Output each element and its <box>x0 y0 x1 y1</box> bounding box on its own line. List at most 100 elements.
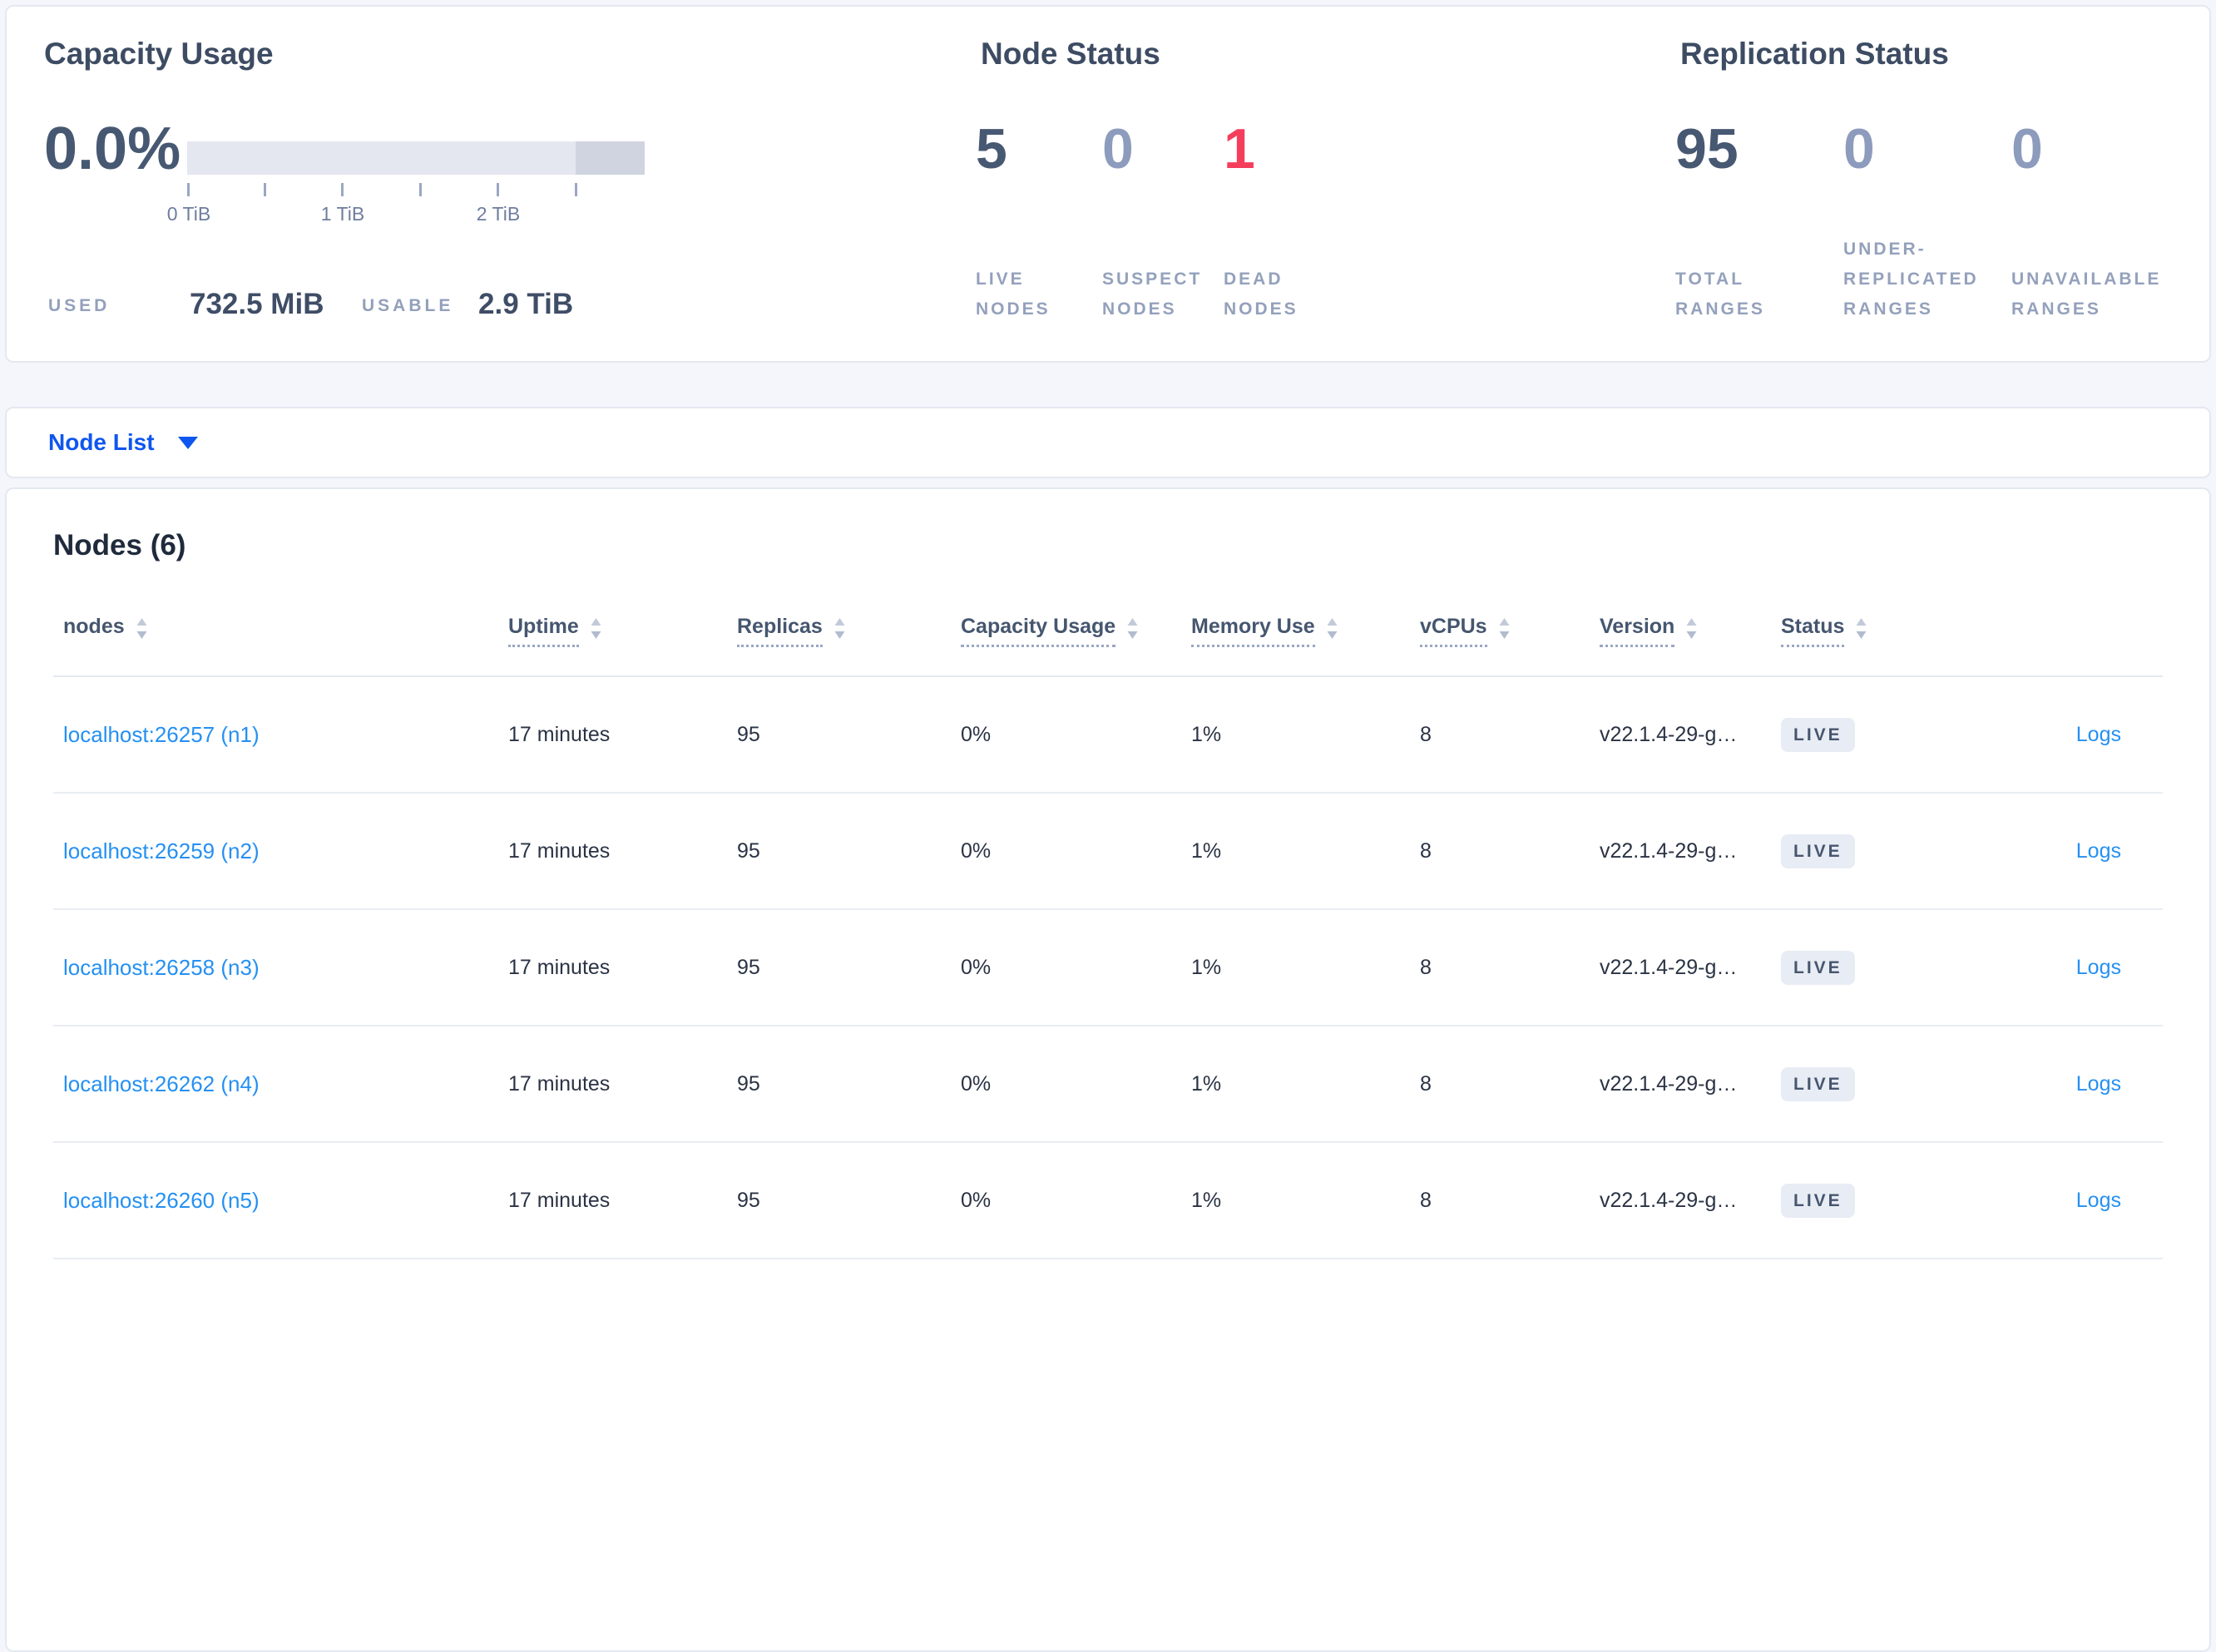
axis-tick <box>264 183 266 196</box>
unavailable-ranges-label: UNAVAILABLE RANGES <box>2011 270 2162 319</box>
view-selector-card: Node List <box>5 407 2211 478</box>
memory-cell: 1% <box>1191 1188 1222 1212</box>
table-row: localhost:26260 (n5) 17 minutes 95 0% 1%… <box>53 1143 2163 1259</box>
axis-tick-label: 1 TiB <box>320 203 365 225</box>
dead-nodes-value: 1 <box>1224 117 1255 181</box>
logs-link[interactable]: Logs <box>2076 956 2121 979</box>
vcpus-cell: 8 <box>1420 1188 1432 1212</box>
version-cell: v22.1.4-29-g… <box>1600 722 1738 746</box>
live-nodes-label: LIVE NODES <box>976 270 1051 319</box>
nodes-table-card: Nodes (6) nodes Uptime Replicas Capacity… <box>5 487 2211 1652</box>
sort-icon <box>591 617 601 639</box>
node-link[interactable]: localhost:26257 (n1) <box>63 722 260 747</box>
cluster-summary-card: Capacity Usage 0.0% 0 TiB 1 TiB 2 TiB US… <box>5 5 2211 363</box>
node-status-panel: Node Status 5 0 1 LIVE NODES SUSPECT NOD… <box>976 7 1608 361</box>
vcpus-cell: 8 <box>1420 955 1432 979</box>
replicas-cell: 95 <box>737 1071 760 1096</box>
under-replicated-ranges-label: UNDER- REPLICATED RANGES <box>1843 240 1979 319</box>
node-link[interactable]: localhost:26258 (n3) <box>63 955 260 980</box>
used-value: 732.5 MiB <box>190 288 324 320</box>
used-label: USED <box>48 296 111 315</box>
nodes-table-title: Nodes (6) <box>53 529 186 561</box>
live-nodes-value: 5 <box>976 117 1007 181</box>
vcpus-cell: 8 <box>1420 1071 1432 1096</box>
version-cell: v22.1.4-29-g… <box>1600 1188 1738 1212</box>
capacity-cell: 0% <box>961 1188 992 1212</box>
sort-icon <box>1686 617 1697 639</box>
logs-link[interactable]: Logs <box>2076 1072 2121 1096</box>
usable-label: USABLE <box>362 296 454 315</box>
capacity-usage-panel: Capacity Usage 0.0% 0 TiB 1 TiB 2 TiB US… <box>44 7 959 361</box>
node-link[interactable]: localhost:26260 (n5) <box>63 1188 260 1213</box>
capacity-usage-title: Capacity Usage <box>44 37 274 71</box>
node-link[interactable]: localhost:26262 (n4) <box>63 1071 260 1096</box>
axis-tick <box>419 183 422 196</box>
memory-cell: 1% <box>1191 1071 1222 1096</box>
column-header-capacity-usage[interactable]: Capacity Usage <box>961 615 1191 647</box>
sort-icon <box>1499 617 1510 639</box>
capacity-usage-bar: 0 TiB 1 TiB 2 TiB <box>167 141 645 225</box>
capacity-cell: 0% <box>961 722 992 746</box>
uptime-cell: 17 minutes <box>508 955 611 979</box>
capacity-cell: 0% <box>961 1071 992 1096</box>
node-status-labels: LIVE NODES SUSPECT NODES DEAD NODES <box>976 265 1407 324</box>
axis-tick-label: 0 TiB <box>166 203 211 225</box>
column-header-replicas[interactable]: Replicas <box>737 615 961 647</box>
status-badge: LIVE <box>1781 1183 1855 1218</box>
status-badge: LIVE <box>1781 950 1855 985</box>
uptime-cell: 17 minutes <box>508 722 611 746</box>
replication-values: 95 0 0 <box>1675 116 2203 181</box>
replication-labels: TOTAL RANGES UNDER- REPLICATED RANGES UN… <box>1675 235 2203 324</box>
node-list-dropdown[interactable]: Node List <box>48 429 155 456</box>
capacity-cell: 0% <box>961 955 992 979</box>
vcpus-cell: 8 <box>1420 722 1432 746</box>
uptime-cell: 17 minutes <box>508 838 611 863</box>
logs-link[interactable]: Logs <box>2076 839 2121 863</box>
logs-link[interactable]: Logs <box>2076 723 2121 746</box>
table-row: localhost:26262 (n4) 17 minutes 95 0% 1%… <box>53 1026 2163 1143</box>
status-badge: LIVE <box>1781 1066 1855 1101</box>
column-header-version[interactable]: Version <box>1600 615 1781 647</box>
node-link[interactable]: localhost:26259 (n2) <box>63 838 260 863</box>
capacity-percent-value: 0.0% <box>44 116 181 182</box>
node-status-title: Node Status <box>981 37 1160 71</box>
replicas-cell: 95 <box>737 1188 760 1212</box>
nodes-table-header-row: nodes Uptime Replicas Capacity Usage Mem… <box>53 564 2163 677</box>
vcpus-cell: 8 <box>1420 838 1432 863</box>
replicas-cell: 95 <box>737 955 760 979</box>
sort-icon <box>136 617 147 639</box>
column-header-uptime[interactable]: Uptime <box>508 615 737 647</box>
replicas-cell: 95 <box>737 722 760 746</box>
sort-icon <box>1856 617 1867 639</box>
usable-value: 2.9 TiB <box>478 288 574 320</box>
unavailable-ranges-value: 0 <box>2011 117 2043 181</box>
column-header-status[interactable]: Status <box>1781 615 1993 647</box>
column-header-memory-use[interactable]: Memory Use <box>1191 615 1420 647</box>
total-ranges-value: 95 <box>1675 117 1739 181</box>
axis-tick-label: 2 TiB <box>476 203 521 225</box>
replication-status-title: Replication Status <box>1680 37 1949 71</box>
column-header-vcpus[interactable]: vCPUs <box>1420 615 1600 647</box>
version-cell: v22.1.4-29-g… <box>1600 1071 1738 1096</box>
replicas-cell: 95 <box>737 838 760 863</box>
sort-icon <box>1327 617 1338 639</box>
table-row: localhost:26259 (n2) 17 minutes 95 0% 1%… <box>53 794 2163 910</box>
axis-tick <box>575 183 577 196</box>
status-badge: LIVE <box>1781 717 1855 752</box>
under-replicated-ranges-value: 0 <box>1843 117 1875 181</box>
dead-nodes-label: DEAD NODES <box>1224 270 1298 319</box>
capacity-cell: 0% <box>961 838 992 863</box>
logs-link[interactable]: Logs <box>2076 1189 2121 1212</box>
suspect-nodes-value: 0 <box>1102 117 1134 181</box>
status-badge: LIVE <box>1781 833 1855 868</box>
table-row: localhost:26258 (n3) 17 minutes 95 0% 1%… <box>53 910 2163 1026</box>
column-header-nodes[interactable]: nodes <box>53 615 508 647</box>
caret-down-icon <box>177 436 198 449</box>
memory-cell: 1% <box>1191 722 1222 746</box>
suspect-nodes-label: SUSPECT NODES <box>1102 270 1203 319</box>
version-cell: v22.1.4-29-g… <box>1600 838 1738 863</box>
axis-tick <box>341 183 344 196</box>
total-ranges-label: TOTAL RANGES <box>1675 270 1765 319</box>
node-status-values: 5 0 1 <box>976 116 1407 181</box>
capacity-bar-usable-segment <box>187 141 576 175</box>
